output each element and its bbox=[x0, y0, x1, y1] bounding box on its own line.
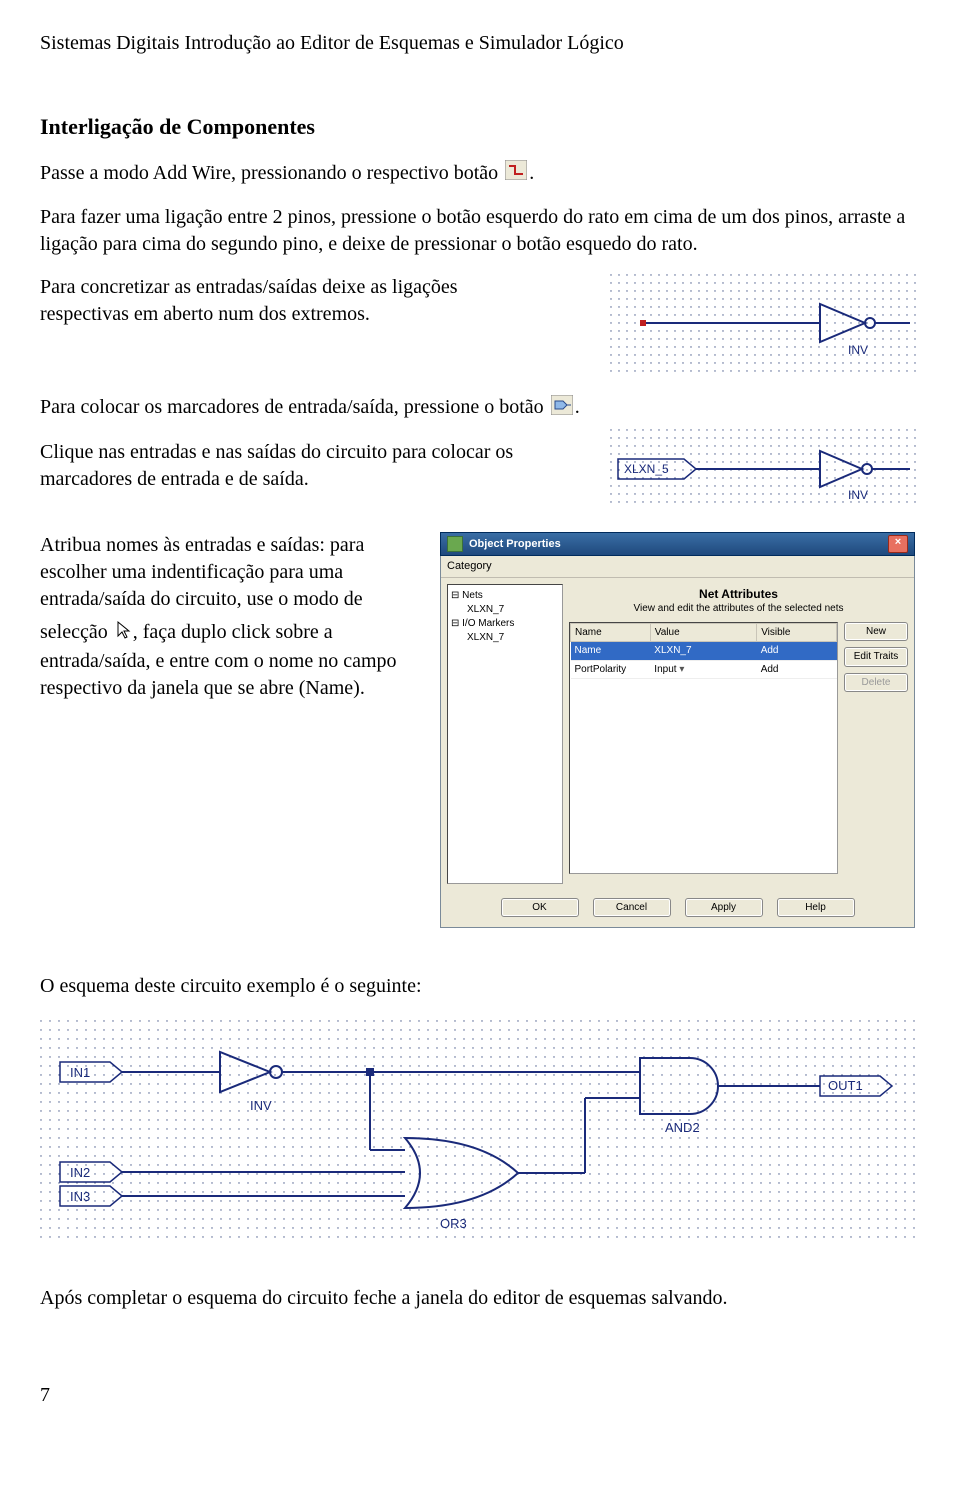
nets-tree[interactable]: ⊟ Nets XLXN_7 ⊟ I/O Markers XLXN_7 bbox=[447, 584, 563, 884]
cell: Name bbox=[571, 642, 651, 661]
pane-sub: View and edit the attributes of the sele… bbox=[569, 602, 908, 622]
text: . bbox=[529, 162, 534, 184]
inv-label: INV bbox=[848, 488, 868, 502]
para-attr-names-b: selecção , faça duplo click sobre a entr… bbox=[40, 619, 420, 701]
dialog-title: Object Properties bbox=[469, 537, 561, 552]
svg-text:IN1: IN1 bbox=[70, 1065, 90, 1080]
attributes-grid[interactable]: Name Value Visible Name XLXN_7 Add bbox=[569, 622, 838, 874]
cell: Add bbox=[757, 642, 837, 661]
tree-node[interactable]: ⊟ Nets bbox=[451, 589, 559, 603]
svg-text:OUT1: OUT1 bbox=[828, 1078, 863, 1093]
dialog-title-bar: Object Properties × bbox=[440, 532, 915, 556]
svg-text:IN3: IN3 bbox=[70, 1189, 90, 1204]
schematic-inv-fig: INV bbox=[610, 274, 920, 374]
table-row[interactable]: PortPolarity Input ▾ Add bbox=[571, 660, 837, 679]
para-close-save: Após completar o esquema do circuito fec… bbox=[40, 1285, 920, 1312]
app-icon bbox=[447, 536, 463, 552]
full-schematic-fig: IN1 INV IN2 IN3 OR3 AND2 OUT1 bbox=[40, 1020, 920, 1245]
svg-text:IN2: IN2 bbox=[70, 1165, 90, 1180]
para-schematic-caption: O esquema deste circuito exemplo é o seg… bbox=[40, 973, 920, 1000]
help-button[interactable]: Help bbox=[777, 898, 855, 918]
para-marker-btn: Para colocar os marcadores de entrada/sa… bbox=[40, 394, 920, 422]
table-row[interactable]: Name XLXN_7 Add bbox=[571, 642, 837, 661]
cell: XLXN_7 bbox=[650, 642, 756, 661]
para-attr-names-a: Atribua nomes às entradas e saídas: para… bbox=[40, 532, 420, 613]
delete-button[interactable]: Delete bbox=[844, 673, 908, 693]
object-properties-dialog: Object Properties × Category ⊟ Nets XLXN… bbox=[440, 532, 915, 928]
cell: Add bbox=[757, 660, 837, 679]
edit-traits-button[interactable]: Edit Traits bbox=[844, 647, 908, 667]
cursor-icon bbox=[115, 620, 131, 648]
menu-strip[interactable]: Category bbox=[441, 556, 914, 578]
close-icon[interactable]: × bbox=[888, 535, 908, 553]
add-wire-icon bbox=[505, 160, 527, 188]
marker-label: XLXN_5 bbox=[624, 462, 669, 476]
ok-button[interactable]: OK bbox=[501, 898, 579, 918]
text: Passe a modo Add Wire, pressionando o re… bbox=[40, 162, 503, 184]
col-value: Value bbox=[650, 623, 756, 642]
text: selecção bbox=[40, 621, 113, 643]
cancel-button[interactable]: Cancel bbox=[593, 898, 671, 918]
tree-node[interactable]: XLXN_7 bbox=[451, 603, 559, 617]
tree-node[interactable]: XLXN_7 bbox=[451, 631, 559, 645]
page-header: Sistemas Digitais Introdução ao Editor d… bbox=[40, 30, 920, 57]
svg-text:OR3: OR3 bbox=[440, 1216, 467, 1231]
category-menu[interactable]: Category bbox=[447, 560, 492, 572]
svg-text:INV: INV bbox=[250, 1098, 272, 1113]
text: Para colocar os marcadores de entrada/sa… bbox=[40, 396, 549, 418]
tree-node[interactable]: ⊟ I/O Markers bbox=[451, 617, 559, 631]
cell: PortPolarity bbox=[571, 660, 651, 679]
col-visible: Visible bbox=[757, 623, 837, 642]
para-open-ends: Para concretizar as entradas/saídas deix… bbox=[40, 274, 520, 328]
section-title: Interligação de Componentes bbox=[40, 112, 920, 142]
new-button[interactable]: New bbox=[844, 622, 908, 642]
para-add-wire: Passe a modo Add Wire, pressionando o re… bbox=[40, 160, 920, 188]
schematic-marker-fig: XLXN_5 INV bbox=[610, 429, 920, 509]
io-marker-icon bbox=[551, 395, 573, 423]
svg-text:AND2: AND2 bbox=[665, 1120, 700, 1135]
apply-button[interactable]: Apply bbox=[685, 898, 763, 918]
inv-label: INV bbox=[848, 343, 868, 357]
text: . bbox=[575, 396, 580, 418]
para-click-markers: Clique nas entradas e nas saídas do circ… bbox=[40, 439, 520, 493]
page-number: 7 bbox=[40, 1382, 920, 1409]
cell[interactable]: Input ▾ bbox=[650, 660, 756, 679]
para-drag-wire: Para fazer uma ligação entre 2 pinos, pr… bbox=[40, 204, 920, 258]
pane-title: Net Attributes bbox=[569, 584, 908, 602]
col-name: Name bbox=[571, 623, 651, 642]
